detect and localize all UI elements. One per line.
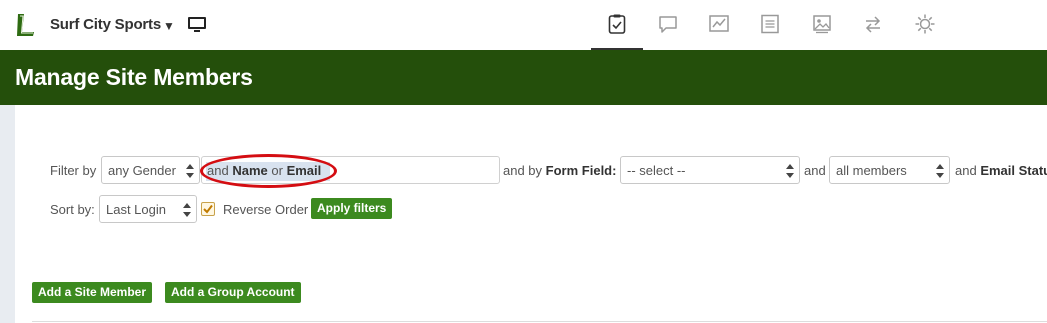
apply-filters-button[interactable]: Apply filters bbox=[311, 198, 393, 219]
chat-bubble-icon[interactable] bbox=[657, 13, 679, 35]
logo-icon[interactable] bbox=[14, 11, 38, 39]
form-field-select[interactable]: -- select -- bbox=[620, 156, 800, 184]
select-arrows-icon bbox=[936, 164, 944, 178]
chart-line-icon[interactable] bbox=[708, 13, 730, 35]
gender-select[interactable]: any Gender bbox=[101, 156, 200, 184]
clipboard-check-icon[interactable] bbox=[606, 13, 628, 35]
email-status-label: and Email Statu bbox=[955, 163, 1047, 178]
select-arrows-icon bbox=[786, 164, 794, 178]
members-prefix-label: and bbox=[804, 163, 826, 178]
form-field-select-value: -- select -- bbox=[627, 163, 686, 178]
sort-by-label: Sort by: bbox=[50, 202, 95, 217]
monitor-icon[interactable] bbox=[187, 16, 207, 34]
sort-select-value: Last Login bbox=[106, 202, 166, 217]
red-annotation-circle bbox=[200, 154, 337, 188]
page-header: Manage Site Members bbox=[0, 50, 1047, 105]
divider bbox=[32, 321, 1047, 322]
members-select[interactable]: all members bbox=[829, 156, 950, 184]
select-arrows-icon bbox=[183, 203, 191, 217]
add-site-member-button[interactable]: Add a Site Member bbox=[32, 282, 153, 303]
top-bar: Surf City Sports ▼ bbox=[0, 0, 1047, 50]
select-arrows-icon bbox=[186, 164, 194, 178]
checkmark-icon bbox=[203, 204, 213, 214]
document-icon[interactable] bbox=[759, 13, 781, 35]
form-field-label: and by Form Field: bbox=[503, 163, 617, 178]
members-select-value: all members bbox=[836, 163, 907, 178]
gear-icon[interactable] bbox=[914, 13, 936, 35]
sort-select[interactable]: Last Login bbox=[99, 195, 197, 223]
site-name[interactable]: Surf City Sports bbox=[50, 16, 161, 33]
site-dropdown-caret-icon[interactable]: ▼ bbox=[163, 19, 175, 33]
image-icon[interactable] bbox=[811, 13, 833, 35]
reverse-order-label: Reverse Order bbox=[223, 202, 309, 217]
gender-select-value: any Gender bbox=[108, 163, 176, 178]
left-sidebar-strip bbox=[0, 105, 15, 323]
swap-arrows-icon[interactable] bbox=[862, 13, 884, 35]
page-title: Manage Site Members bbox=[15, 64, 253, 90]
filter-by-label: Filter by bbox=[50, 163, 97, 178]
add-group-account-button[interactable]: Add a Group Account bbox=[165, 282, 301, 303]
reverse-order-checkbox[interactable] bbox=[201, 202, 215, 216]
